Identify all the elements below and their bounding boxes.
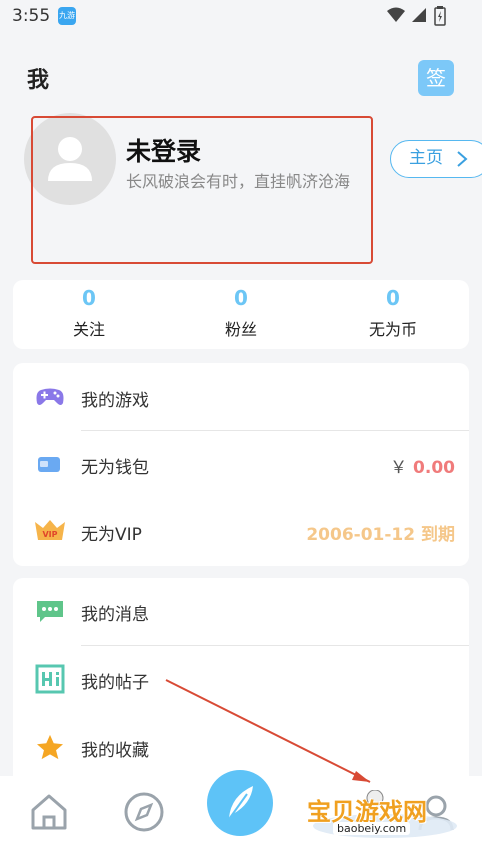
app-notification-icon: 九游 <box>58 7 76 25</box>
menu-item-vip[interactable]: VIP 无为VIP 2006-01-12 到期 <box>13 498 469 565</box>
home-icon[interactable] <box>27 790 71 834</box>
menu-item-messages[interactable]: 我的消息 <box>13 578 469 645</box>
stat-value: 0 <box>234 286 248 310</box>
stat-label: 关注 <box>72 320 105 339</box>
sign-label: 签 <box>426 66 446 90</box>
menu-item-posts[interactable]: 我的帖子 <box>13 646 469 713</box>
svg-text:VIP: VIP <box>42 530 57 539</box>
vip-icon: VIP <box>35 520 65 540</box>
watermark-url: baobeiy.com <box>333 822 411 835</box>
feather-icon <box>226 786 253 823</box>
chevron-right-icon <box>457 151 468 167</box>
stat-value: 0 <box>386 286 400 310</box>
menu-label: 无为VIP <box>81 525 142 545</box>
star-icon <box>37 734 63 760</box>
post-icon <box>35 664 65 694</box>
message-icon <box>37 601 63 622</box>
stat-label: 粉丝 <box>224 320 257 339</box>
annotation-highlight-box <box>31 116 373 264</box>
signal-icon <box>412 8 426 22</box>
stat-fans[interactable]: 0 粉丝 <box>165 280 317 340</box>
stats-card: 0 关注 0 粉丝 0 无为币 <box>13 280 469 349</box>
stat-following[interactable]: 0 关注 <box>13 280 165 340</box>
home-page-button[interactable]: 主页 <box>390 140 482 178</box>
wallet-balance: ￥ 0.00 <box>390 453 455 478</box>
menu-label: 我的游戏 <box>81 391 149 411</box>
discover-icon[interactable] <box>122 790 166 834</box>
menu-label: 我的消息 <box>81 605 149 625</box>
menu-label: 我的收藏 <box>81 741 149 761</box>
wallet-icon <box>38 457 60 472</box>
page-title: 我 <box>27 68 50 93</box>
sign-in-button[interactable]: 签 <box>418 60 454 96</box>
gamepad-icon <box>36 388 64 405</box>
menu-card-community: 我的消息 我的帖子 我的收藏 <box>13 578 469 788</box>
stat-label: 无为币 <box>368 320 417 339</box>
battery-icon <box>434 6 446 26</box>
currency-symbol: ￥ <box>390 458 408 478</box>
menu-item-wallet[interactable]: 无为钱包 ￥ 0.00 <box>13 431 469 498</box>
vip-expiry: 2006-01-12 到期 <box>306 525 455 545</box>
menu-label: 无为钱包 <box>81 458 149 478</box>
status-time: 3:55 <box>12 6 51 26</box>
status-bar: 3:55 九游 <box>0 0 482 34</box>
stat-value: 0 <box>82 286 96 310</box>
home-button-label: 主页 <box>409 148 443 168</box>
balance-value: 0.00 <box>413 458 455 478</box>
menu-label: 我的帖子 <box>81 673 149 693</box>
stat-coins[interactable]: 0 无为币 <box>317 280 469 340</box>
create-post-button[interactable] <box>207 770 273 836</box>
menu-card-account: 我的游戏 无为钱包 ￥ 0.00 VIP 无为VIP 2006-01-12 到期 <box>13 363 469 566</box>
menu-item-my-games[interactable]: 我的游戏 <box>13 364 469 431</box>
wifi-icon <box>387 7 405 22</box>
